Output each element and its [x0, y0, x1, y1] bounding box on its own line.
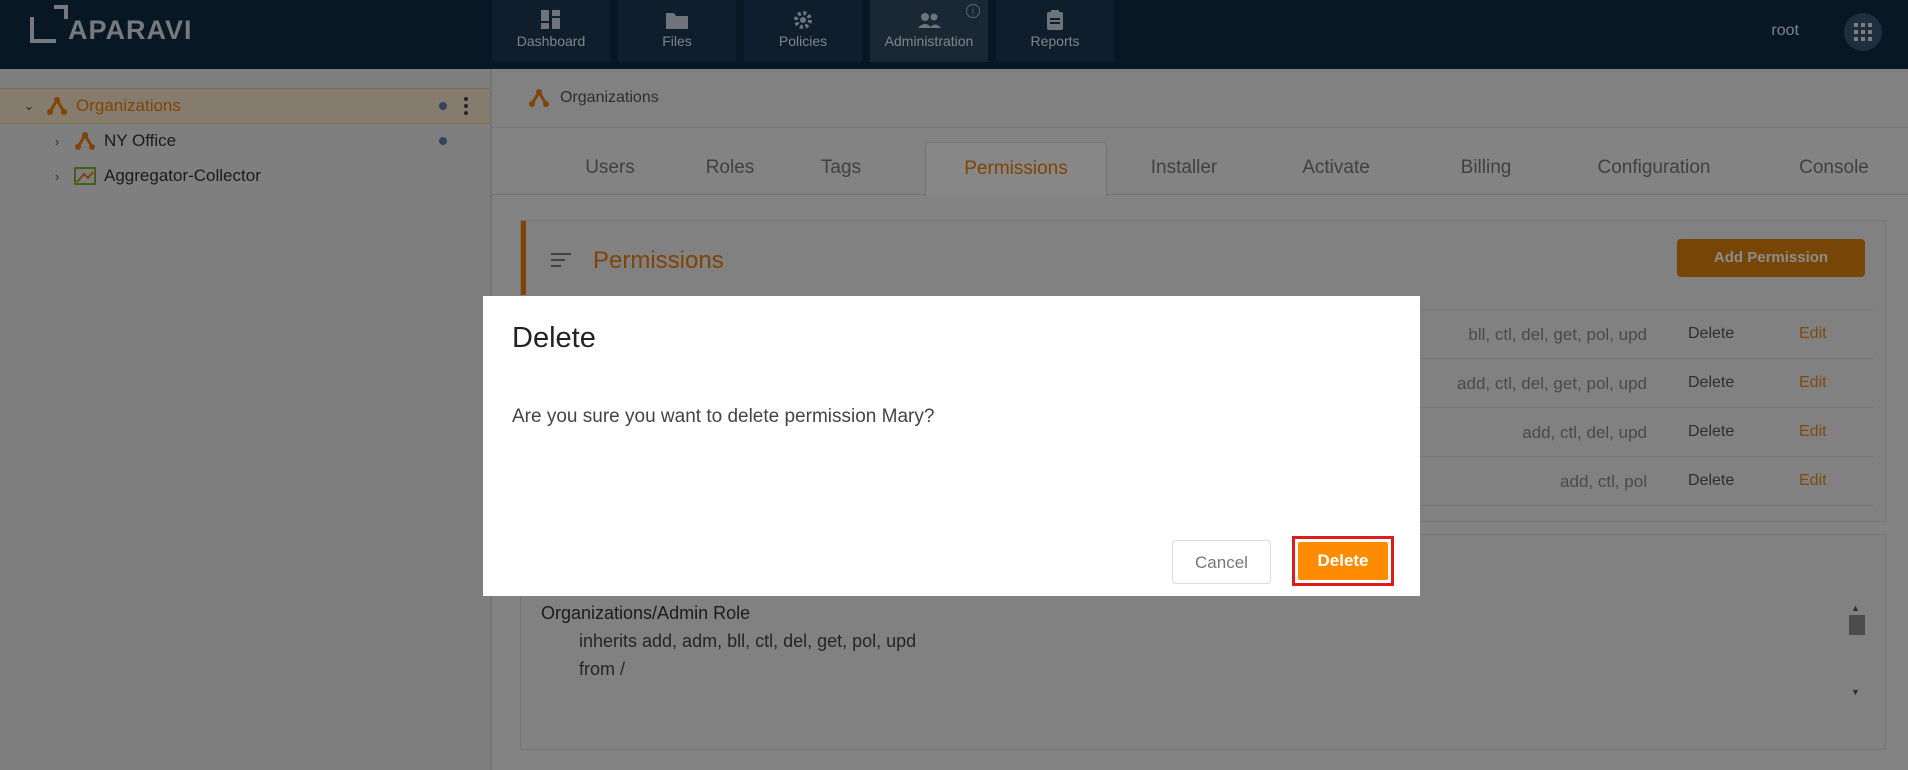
cancel-button[interactable]: Cancel: [1172, 540, 1271, 584]
delete-button-highlight: Delete: [1292, 536, 1394, 586]
delete-button[interactable]: Delete: [1298, 542, 1388, 580]
delete-confirmation-dialog: Delete Are you sure you want to delete p…: [483, 296, 1420, 596]
dialog-message: Are you sure you want to delete permissi…: [512, 406, 935, 427]
dialog-title: Delete: [512, 322, 596, 354]
